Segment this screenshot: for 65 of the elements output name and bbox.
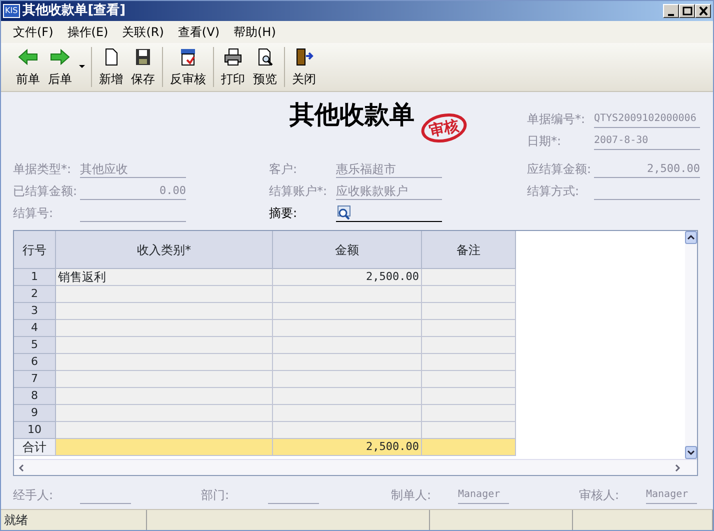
row-number: 3 — [14, 303, 56, 320]
field-label: 结算账户*: — [269, 183, 328, 200]
toolbar-button[interactable]: 打印 — [218, 44, 248, 90]
menu-item[interactable]: 操作(E) — [67, 23, 108, 41]
field-label: 审核人: — [579, 487, 620, 504]
column-header: 金额 — [273, 231, 422, 269]
row-number: 6 — [14, 354, 56, 371]
table-cell: 销售返利 — [56, 269, 273, 286]
row-number: 8 — [14, 388, 56, 405]
toolbar-button[interactable]: 前单 — [13, 44, 43, 90]
row-number: 5 — [14, 337, 56, 354]
maximize-button[interactable] — [679, 4, 695, 18]
field-label: 客户: — [269, 161, 298, 178]
status-text: 就绪 — [1, 510, 147, 530]
scroll-down-button[interactable] — [685, 446, 697, 459]
row-number: 7 — [14, 371, 56, 388]
app-logo: KIS — [3, 4, 20, 18]
field-label: 结算方式: — [527, 183, 580, 200]
input-field[interactable] — [336, 205, 442, 222]
field-label: 应结算金额: — [527, 161, 592, 178]
column-header: 备注 — [422, 231, 516, 269]
close-icon — [698, 6, 708, 16]
document-check-icon — [178, 46, 198, 66]
menu-item[interactable]: 文件(F) — [13, 23, 54, 41]
minimize-button[interactable] — [663, 4, 679, 18]
field-label: 单据类型*: — [13, 161, 72, 178]
field-label: 经手人: — [13, 487, 54, 504]
exit-door-icon — [294, 46, 314, 66]
field-label: 制单人: — [391, 487, 432, 504]
toolbar-button[interactable]: 后单 — [45, 44, 75, 90]
field-label: 单据编号*: — [527, 111, 586, 128]
menu-item[interactable]: 关联(R) — [122, 23, 164, 41]
toolbar-button[interactable]: 关闭 — [289, 44, 319, 90]
row-number: 2 — [14, 286, 56, 303]
maximize-icon — [682, 6, 692, 16]
toolbar-button[interactable]: 预览 — [250, 44, 280, 90]
caret-icon — [79, 64, 85, 69]
column-header: 行号 — [14, 231, 56, 269]
close-button[interactable] — [695, 4, 711, 18]
row-number: 1 — [14, 269, 56, 286]
total-label: 合计 — [14, 439, 56, 456]
form-title: 其他收款单 — [290, 99, 414, 131]
toolbar-button[interactable]: 新增 — [96, 44, 126, 90]
row-number: 4 — [14, 320, 56, 337]
field-label: 日期*: — [527, 133, 562, 150]
row-number: 10 — [14, 422, 56, 439]
scroll-up-button[interactable] — [685, 231, 697, 244]
field-label: 结算号: — [13, 205, 54, 222]
search-icon — [336, 205, 351, 220]
toolbar-button[interactable]: 保存 — [128, 44, 158, 90]
toolbar-button[interactable]: 反审核 — [167, 44, 209, 90]
menu-item[interactable]: 帮助(H) — [234, 23, 276, 41]
field-label: 已结算金额: — [13, 183, 78, 200]
window-title: 其他收款单[查看] — [22, 2, 126, 20]
minimize-icon — [668, 14, 674, 16]
field-label: 部门: — [201, 487, 230, 504]
left-arrow-icon — [18, 46, 38, 66]
column-header: 收入类别* — [56, 231, 273, 269]
row-number: 9 — [14, 405, 56, 422]
field-label: 摘要: — [269, 205, 298, 222]
printer-icon — [223, 46, 243, 66]
total-amount: 2,500.00 — [273, 439, 422, 456]
menu-item[interactable]: 查看(V) — [178, 23, 220, 41]
right-arrow-icon — [50, 46, 70, 66]
table-cell: 2,500.00 — [273, 269, 422, 286]
